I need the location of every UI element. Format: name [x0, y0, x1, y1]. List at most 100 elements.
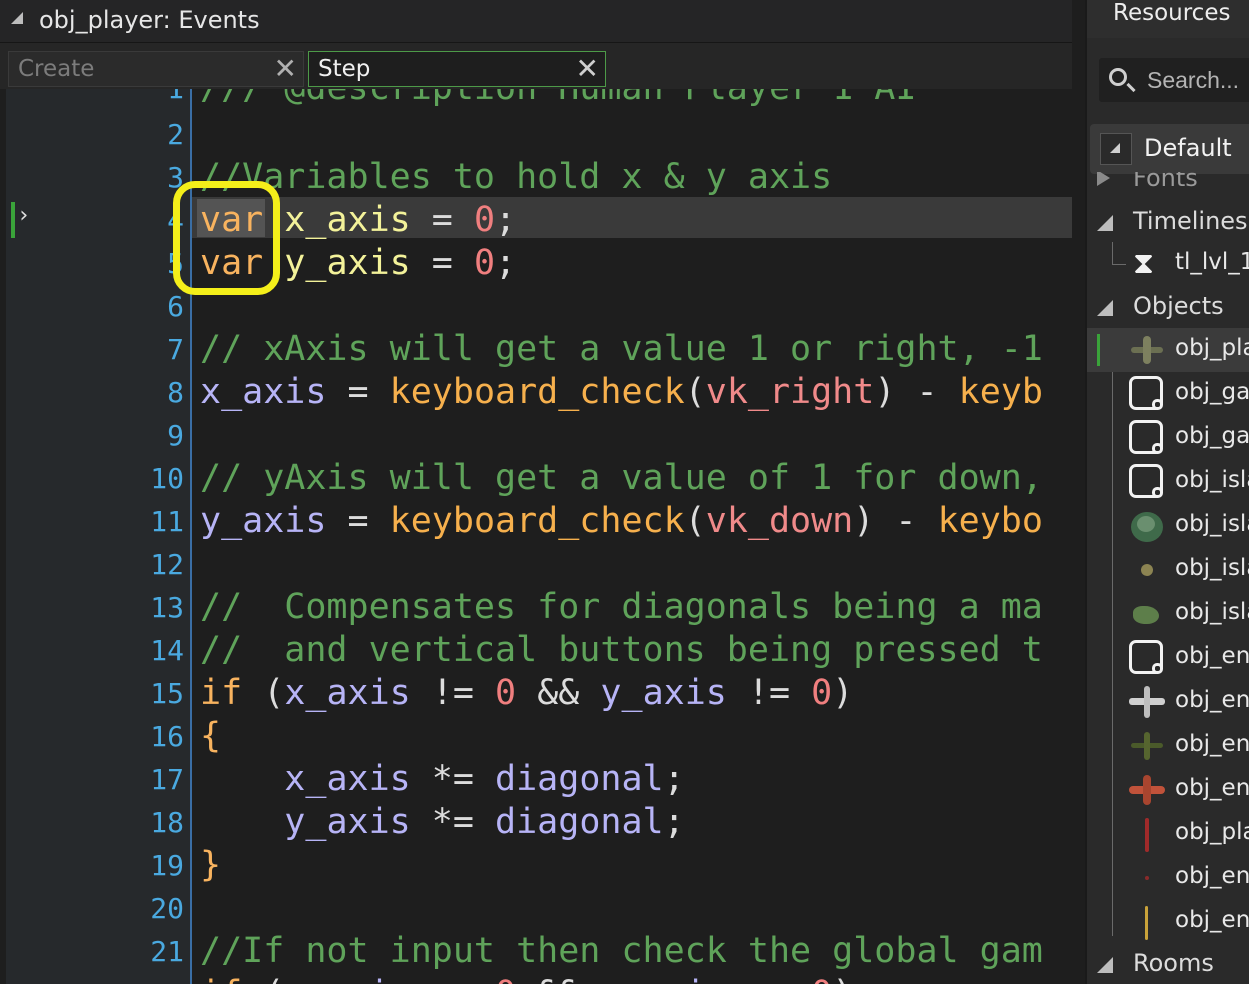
- code-token: 0: [473, 243, 496, 283]
- code-token: =: [410, 243, 474, 283]
- collapse-triangle-icon: [1097, 957, 1113, 973]
- code-line[interactable]: }: [200, 844, 221, 887]
- code-line[interactable]: /// @description Human Player 1 AI: [200, 89, 916, 110]
- resource-label: obj_en: [1175, 907, 1249, 933]
- code-token: =: [326, 372, 390, 412]
- code-token: vk_down: [705, 501, 854, 541]
- object-item[interactable]: obj_gar: [1087, 416, 1249, 460]
- code-line[interactable]: if (x_axis == 0 && y_axis == 0): [200, 973, 853, 984]
- code-token: (: [242, 974, 284, 984]
- line-number: 13: [150, 591, 184, 624]
- code-line[interactable]: // yAxis will get a value of 1 for down,: [200, 457, 1043, 500]
- resource-label: obj_en: [1175, 863, 1249, 889]
- expand-arrow-icon: [1097, 172, 1110, 186]
- code-token: ): [832, 974, 853, 984]
- code-line[interactable]: // and vertical buttons being pressed t: [200, 629, 1043, 672]
- search-input[interactable]: [1145, 64, 1249, 96]
- tab-step-label: Step: [318, 56, 371, 82]
- line-number: 10: [150, 462, 184, 495]
- default-view-button[interactable]: Default: [1090, 124, 1249, 174]
- line-number: 7: [167, 333, 184, 366]
- code-token: diagonal: [495, 759, 664, 799]
- code-editor[interactable]: › 1 2 3 4 5 6 7 8 9 10 11 12 13 14 15 16…: [0, 89, 1072, 984]
- section-rooms[interactable]: Rooms: [1087, 944, 1249, 984]
- search-icon: [1109, 68, 1127, 86]
- section-label: Rooms: [1133, 949, 1214, 977]
- object-item[interactable]: obj_isla: [1087, 504, 1249, 548]
- line-number: 2: [167, 118, 184, 151]
- object-item[interactable]: obj_en: [1087, 680, 1249, 724]
- line-number: 12: [150, 548, 184, 581]
- code-token: !=: [726, 673, 812, 713]
- code-token: x_axis: [200, 372, 327, 412]
- highlight-annotation-ring: [173, 181, 280, 295]
- code-token: !=: [410, 673, 496, 713]
- code-line[interactable]: x_axis = keyboard_check(vk_right) - keyb: [200, 371, 1043, 414]
- tab-create[interactable]: Create ✕: [8, 51, 304, 87]
- code-token: keybo: [937, 501, 1043, 541]
- section-objects[interactable]: Objects: [1087, 287, 1249, 327]
- line-number: 3: [167, 161, 184, 194]
- object-item[interactable]: obj_en: [1087, 856, 1249, 900]
- resources-header: Resources: [1087, 0, 1249, 38]
- code-token: y_axis: [600, 974, 726, 984]
- object-item[interactable]: obj_isla: [1087, 460, 1249, 504]
- code-line[interactable]: y_axis = keyboard_check(vk_down) - keybo: [200, 500, 1043, 543]
- code-line[interactable]: if (x_axis != 0 && y_axis != 0): [200, 672, 853, 715]
- timeline-item[interactable]: ⧗ tl_lvl_1: [1087, 242, 1249, 286]
- resource-label: obj_isla: [1175, 511, 1249, 537]
- section-timelines[interactable]: Timelines: [1087, 202, 1249, 242]
- close-icon[interactable]: ✕: [576, 54, 599, 84]
- plane-sprite-icon: [1129, 728, 1165, 764]
- resources-title: Resources: [1113, 0, 1231, 26]
- code-line[interactable]: //Variables to hold x & y axis: [200, 156, 832, 199]
- object-item[interactable]: obj_pla: [1087, 812, 1249, 856]
- close-icon[interactable]: ✕: [274, 54, 297, 84]
- section-label: Objects: [1133, 292, 1224, 320]
- resource-label: tl_lvl_1: [1175, 249, 1249, 275]
- object-icon: [1129, 420, 1165, 456]
- code-line[interactable]: //If not input then check the global gam: [200, 930, 1043, 973]
- code-text[interactable]: /// @description Human Player 1 AI //Var…: [200, 89, 1072, 984]
- line-numbers: 1 2 3 4 5 6 7 8 9 10 11 12 13 14 15 16 1…: [6, 89, 184, 984]
- object-item[interactable]: obj_pla: [1087, 328, 1249, 372]
- section-label: Fonts: [1133, 172, 1198, 192]
- resource-label: obj_en: [1175, 775, 1249, 801]
- collapse-triangle-icon[interactable]: [11, 12, 23, 24]
- resource-label: obj_isla: [1175, 599, 1249, 625]
- code-line[interactable]: {: [200, 715, 221, 758]
- line-number: 21: [150, 935, 184, 968]
- object-item[interactable]: obj_en: [1087, 900, 1249, 944]
- code-line[interactable]: y_axis *= diagonal;: [200, 801, 684, 844]
- plane-sprite-icon: [1129, 684, 1165, 720]
- code-token: ) -: [874, 372, 959, 412]
- code-line[interactable]: x_axis *= diagonal;: [200, 758, 684, 801]
- section-label: Timelines: [1133, 207, 1248, 235]
- resource-search[interactable]: [1099, 58, 1249, 102]
- line-number: 9: [167, 419, 184, 452]
- object-item[interactable]: obj_isla: [1087, 548, 1249, 592]
- object-item[interactable]: obj_en: [1087, 768, 1249, 812]
- code-token: (: [242, 673, 285, 713]
- code-token: keyboard_check: [389, 372, 685, 412]
- tab-step[interactable]: Step ✕: [308, 51, 606, 87]
- object-item[interactable]: obj_gar: [1087, 372, 1249, 416]
- line-number: 17: [150, 763, 184, 796]
- resource-label: obj_en: [1175, 643, 1249, 669]
- object-item[interactable]: obj_isla: [1087, 592, 1249, 636]
- island-sprite-icon: [1129, 552, 1165, 588]
- object-item[interactable]: obj_en: [1087, 724, 1249, 768]
- code-token: =: [410, 200, 474, 240]
- code-token: keyb: [958, 372, 1043, 412]
- bullet-sprite-icon: [1129, 816, 1165, 852]
- section-fonts[interactable]: Fonts: [1087, 172, 1249, 196]
- code-token: ==: [727, 974, 811, 984]
- code-token: vk_right: [705, 372, 875, 412]
- code-line[interactable]: // xAxis will get a value 1 or right, -1: [200, 328, 1043, 371]
- code-line[interactable]: // Compensates for diagonals being a ma: [200, 586, 1043, 629]
- resource-label: obj_gar: [1175, 379, 1249, 405]
- island-sprite-icon: [1129, 508, 1165, 544]
- plane-sprite-icon: [1129, 772, 1165, 808]
- object-item[interactable]: obj_en: [1087, 636, 1249, 680]
- resource-label: obj_en: [1175, 731, 1249, 757]
